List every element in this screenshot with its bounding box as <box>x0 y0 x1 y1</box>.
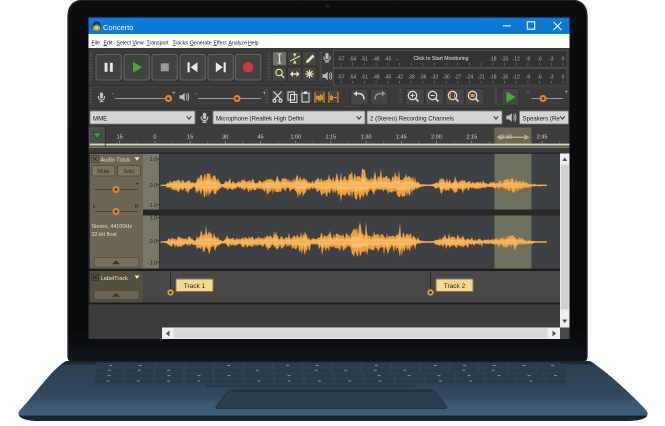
svg-text:-3: -3 <box>549 74 554 80</box>
svg-text:2:15: 2:15 <box>466 135 477 141</box>
svg-text:15: 15 <box>117 135 123 141</box>
svg-text:-18: -18 <box>489 57 496 63</box>
svg-text:-45: -45 <box>384 74 391 80</box>
svg-text:2:00: 2:00 <box>431 135 442 141</box>
svg-text:30: 30 <box>222 135 228 141</box>
svg-text:2:45: 2:45 <box>537 135 548 141</box>
svg-text:Stereo, 44100Hz: Stereo, 44100Hz <box>92 224 133 230</box>
svg-text:-30: -30 <box>443 74 450 80</box>
svg-text:-51: -51 <box>361 57 368 63</box>
svg-text:-15: -15 <box>501 57 508 63</box>
svg-text:LabelTrack: LabelTrack <box>101 276 129 282</box>
svg-text:Transport: Transport <box>147 40 170 46</box>
svg-text:-51: -51 <box>361 74 368 80</box>
svg-text:32-bit float: 32-bit float <box>92 232 118 238</box>
svg-text:-36: -36 <box>419 74 426 80</box>
svg-text:-18: -18 <box>489 74 496 80</box>
svg-text:Track 2: Track 2 <box>444 283 466 290</box>
svg-text:0: 0 <box>153 135 156 141</box>
svg-text:0: 0 <box>562 57 565 63</box>
svg-text:0.0: 0.0 <box>150 183 157 189</box>
svg-text:Microphone (Realtek High Defin: Microphone (Realtek High Defini <box>216 115 304 122</box>
svg-text:45: 45 <box>257 135 263 141</box>
svg-text:-39: -39 <box>407 74 414 80</box>
svg-text:Speakers (Rea: Speakers (Rea <box>523 115 564 122</box>
svg-text:R: R <box>135 204 139 210</box>
svg-text:-6: -6 <box>537 74 542 80</box>
svg-text:-24: -24 <box>466 74 473 80</box>
svg-text:-45: -45 <box>384 57 391 63</box>
svg-text:Solo: Solo <box>124 169 135 175</box>
svg-text:0: 0 <box>562 74 565 80</box>
svg-text:2:30: 2:30 <box>502 135 513 141</box>
svg-text:-9: -9 <box>526 74 531 80</box>
svg-text:+: + <box>136 181 140 188</box>
svg-text:2 (Stereo) Recording Channels: 2 (Stereo) Recording Channels <box>370 115 454 122</box>
svg-text:0.0: 0.0 <box>150 239 157 245</box>
svg-text:-15: -15 <box>501 74 508 80</box>
svg-text:-54: -54 <box>349 74 356 80</box>
svg-text:-3: -3 <box>549 57 554 63</box>
svg-text:Track 1: Track 1 <box>184 283 206 290</box>
svg-text:-1.0: -1.0 <box>148 203 157 209</box>
svg-text:-12: -12 <box>513 57 520 63</box>
svg-text:Audio Track: Audio Track <box>101 158 131 164</box>
svg-text:1:15: 1:15 <box>326 135 337 141</box>
svg-text:1.0: 1.0 <box>150 157 157 163</box>
svg-text:+: + <box>172 90 176 97</box>
svg-text:+: + <box>565 90 569 96</box>
svg-text:-: - <box>112 91 114 98</box>
svg-text:-9: -9 <box>526 57 531 63</box>
svg-text:-33: -33 <box>431 74 438 80</box>
svg-text:-21: -21 <box>478 74 485 80</box>
svg-text:-42: -42 <box>396 74 403 80</box>
svg-text:1:00: 1:00 <box>290 135 301 141</box>
svg-text:-48: -48 <box>372 74 379 80</box>
svg-text:1:30: 1:30 <box>361 135 372 141</box>
svg-text:-1.0: -1.0 <box>148 260 157 266</box>
svg-text:Mute: Mute <box>98 169 110 175</box>
svg-text:15: 15 <box>187 135 193 141</box>
svg-text:-: - <box>93 181 95 188</box>
svg-text:-6: -6 <box>537 57 542 63</box>
svg-text:-: - <box>527 91 529 97</box>
svg-text:-48: -48 <box>372 57 379 63</box>
svg-text:1:45: 1:45 <box>396 135 407 141</box>
svg-text:Click to Start Monitoring: Click to Start Monitoring <box>413 56 468 62</box>
svg-text:-54: -54 <box>349 57 356 63</box>
svg-text:1.0: 1.0 <box>150 216 157 222</box>
svg-text:-: - <box>195 91 197 98</box>
svg-text:Concerto: Concerto <box>103 23 133 32</box>
svg-text:-57: -57 <box>337 57 344 63</box>
svg-text:-12: -12 <box>513 74 520 80</box>
svg-text:-27: -27 <box>454 74 461 80</box>
svg-text:-57: -57 <box>337 74 344 80</box>
svg-text:MME: MME <box>93 115 107 122</box>
